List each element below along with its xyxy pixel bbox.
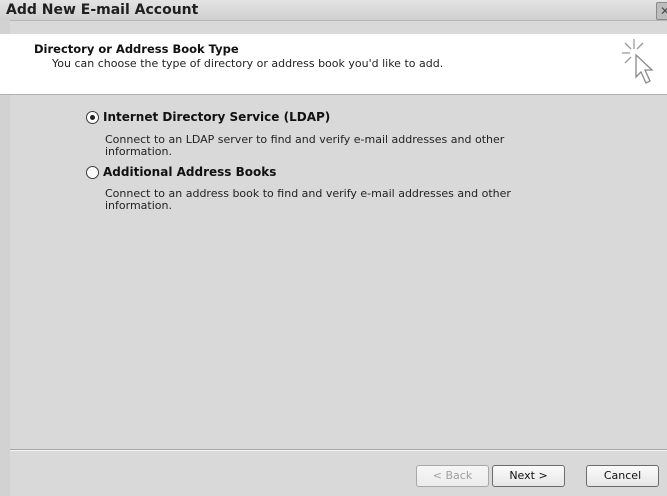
ldap-radio-button[interactable]	[86, 110, 99, 124]
add-email-account-dialog: Add New E-mail Account ✕ Directory or Ad…	[0, 0, 667, 496]
wizard-cursor-icon	[622, 39, 654, 84]
option-additional-address-books[interactable]: Additional Address Books	[86, 165, 276, 179]
ldap-option-description: Connect to an LDAP server to find and ve…	[105, 133, 505, 158]
ldap-option-label[interactable]: Internet Directory Service (LDAP)	[103, 110, 330, 124]
next-button[interactable]: Next >	[492, 465, 565, 487]
title-bar[interactable]: Add New E-mail Account ✕	[0, 0, 667, 21]
page-subtitle: You can choose the type of directory or …	[52, 57, 444, 70]
page-title: Directory or Address Book Type	[34, 42, 239, 56]
address-books-option-label[interactable]: Additional Address Books	[103, 165, 276, 179]
close-icon[interactable]: ✕	[656, 2, 667, 20]
footer-divider	[10, 449, 667, 451]
address-books-option-description: Connect to an address book to find and v…	[105, 187, 511, 212]
option-ldap[interactable]: Internet Directory Service (LDAP)	[86, 110, 330, 124]
wizard-header: Directory or Address Book Type You can c…	[0, 34, 667, 95]
window-title: Add New E-mail Account	[6, 2, 199, 18]
cancel-button[interactable]: Cancel	[586, 465, 659, 487]
back-button[interactable]: < Back	[416, 465, 489, 487]
address-books-radio-button[interactable]	[86, 165, 99, 179]
